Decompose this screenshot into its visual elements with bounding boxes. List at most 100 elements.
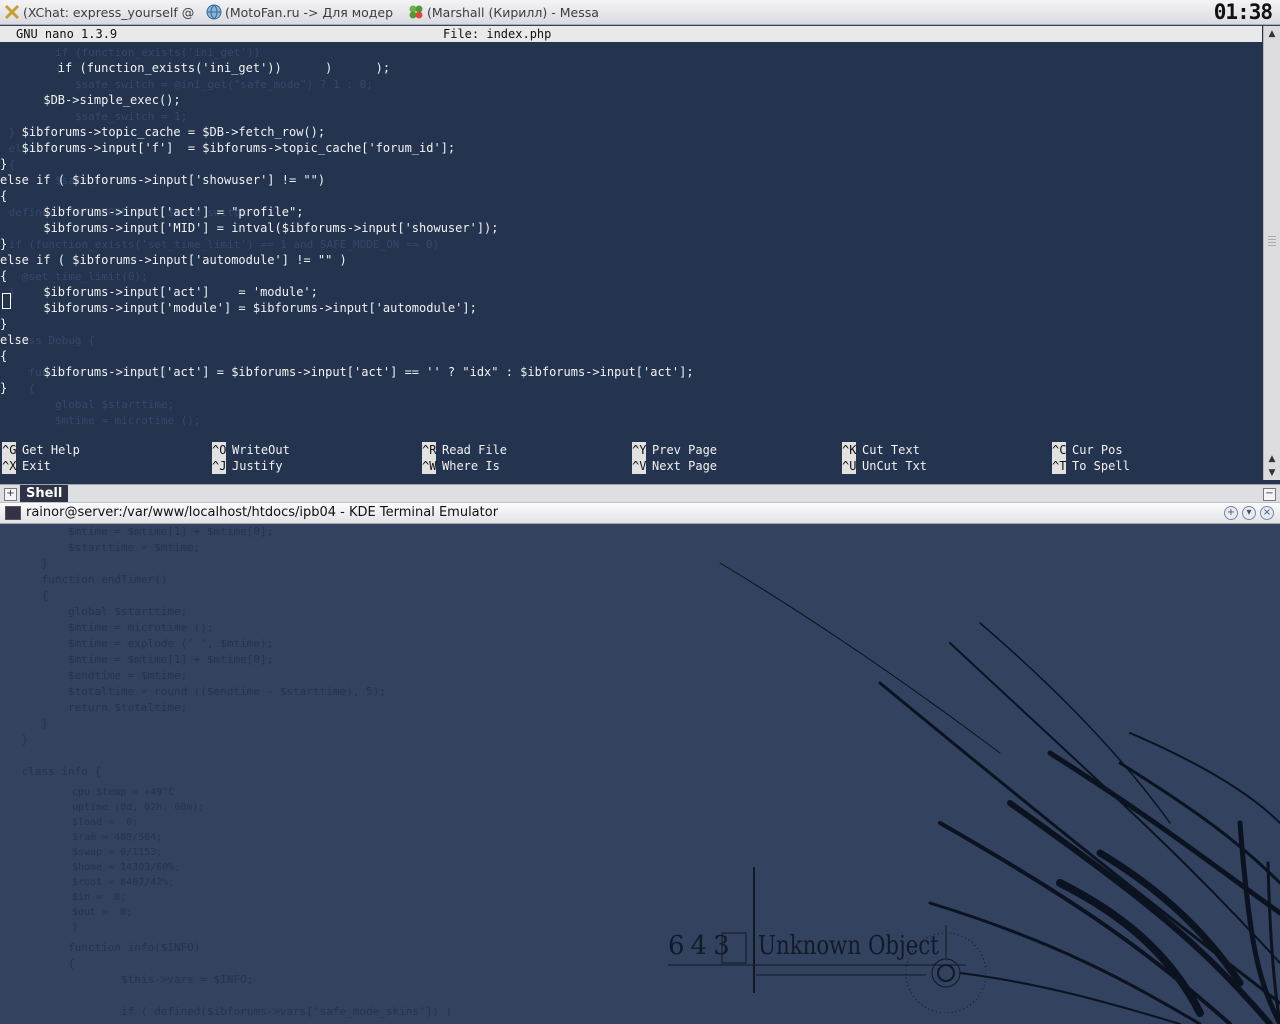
shortcut-label[interactable]: Prev Page — [652, 442, 717, 458]
taskbar: (XChat: express_yourself @ (MotoFan.ru -… — [0, 0, 1280, 25]
shortcut-key: ^C — [1052, 442, 1067, 458]
shortcut-key: ^G — [2, 442, 17, 458]
terminal-area[interactable]: if (function_exists('ini_get')) { $safe_… — [0, 26, 1280, 502]
terminal-icon[interactable] — [5, 506, 21, 520]
scroll-grip-icon[interactable] — [1268, 236, 1276, 248]
shortcut-label[interactable]: Read File — [442, 442, 507, 458]
code-line[interactable]: $ibforums->input['act'] = $ibforums->inp… — [0, 364, 693, 380]
scroll-up-small-icon[interactable]: ▲ — [1265, 452, 1279, 466]
wallpaper-code-line: } — [15, 717, 49, 730]
wallpaper-stat-line: $load = 0; — [72, 817, 139, 828]
wallpaper-stat-line: } — [72, 922, 79, 933]
wallpaper-code-line: } — [15, 733, 29, 746]
browser-icon — [206, 4, 222, 20]
code-line[interactable]: $ibforums->input['act'] = 'module'; — [0, 284, 318, 300]
shortcut-label[interactable]: Exit — [22, 458, 51, 474]
code-line[interactable]: $ibforums->topic_cache = $DB->fetch_row(… — [0, 124, 325, 140]
wallpaper-code-line: $mtime = microtime (); — [15, 621, 214, 634]
code-line[interactable]: $ibforums->input['act'] = "profile"; — [0, 204, 303, 220]
clock[interactable]: 01:38 — [1214, 1, 1273, 23]
scrollbar[interactable]: ▲ ▲ ▼ — [1263, 26, 1280, 480]
shortcut-label[interactable]: Justify — [232, 458, 283, 474]
wallpaper-stat-line: cpu $temp = +49°C — [72, 787, 175, 798]
logo-number: 643 — [668, 931, 736, 961]
wallpaper-code-line: return $totaltime; — [15, 701, 188, 714]
wallpaper-code-line: $this->vars = $INFO; — [15, 973, 254, 986]
wallpaper-stat-line: $root = 8407/42%; — [72, 877, 175, 888]
shortcut-label[interactable]: Cur Pos — [1072, 442, 1123, 458]
shortcut-label[interactable]: Next Page — [652, 458, 717, 474]
code-line[interactable]: $ibforums->input['module'] = $ibforums->… — [0, 300, 476, 316]
wallpaper-code-line: { — [15, 589, 49, 602]
code-line[interactable]: } — [0, 380, 7, 396]
tab-shell[interactable]: Shell — [20, 485, 69, 503]
close-tab-icon[interactable]: − — [1263, 488, 1276, 501]
nano-filename: File: index.php — [443, 27, 552, 41]
wallpaper-code-line: function endTimer() — [15, 573, 168, 586]
shortcut-label[interactable]: Get Help — [22, 442, 80, 458]
task-label: (MotoFan.ru -> Для модер — [225, 4, 394, 20]
wallpaper-code-line: } — [15, 557, 49, 570]
task-messenger[interactable]: (Marshall (Кирилл) - Messa — [404, 0, 600, 24]
messenger-icon — [409, 5, 423, 19]
wallpaper-stat-line: $ram = 488/504; — [72, 832, 163, 843]
ghost-code-line: global $starttime; — [2, 398, 175, 411]
wallpaper-code-line: $endtime = $mtime; — [15, 669, 188, 682]
window-titlebar[interactable]: rainor@server:/var/www/localhost/htdocs/… — [0, 502, 1280, 524]
code-line[interactable]: } — [0, 316, 7, 332]
desktop[interactable]: $mtime = $mtime[1] + $mtime[0]; $startti… — [0, 523, 1280, 1024]
wallpaper-code-line: class info { — [15, 765, 102, 778]
shortcut-key: ^Y — [632, 442, 647, 458]
code-line[interactable]: $ibforums->input['MID'] = intval($ibforu… — [0, 220, 498, 236]
task-label: (Marshall (Кирилл) - Messa — [427, 4, 599, 20]
shortcut-label[interactable]: WriteOut — [232, 442, 290, 458]
task-xchat[interactable]: (XChat: express_yourself @ — [0, 0, 200, 24]
wallpaper-code-line: global $starttime; — [15, 605, 188, 618]
konsole-tabbar: + Shell − — [0, 484, 1280, 503]
shortcut-key: ^R — [422, 442, 437, 458]
shortcut-label[interactable]: Cut Text — [862, 442, 920, 458]
shortcut-key: ^J — [212, 458, 227, 474]
ghost-code-line: $safe_switch = @ini_get("safe_mode") ? 1… — [2, 78, 373, 91]
wallpaper-code-line: $mtime = $mtime[1] + $mtime[0]; — [15, 525, 274, 538]
code-line[interactable]: } — [0, 236, 7, 252]
code-line[interactable]: else if ( $ibforums->input['automodule']… — [0, 252, 347, 268]
wallpaper-stat-line: $in = 0; — [72, 892, 127, 903]
wallpaper-stat-line: $swap = 0/1153; — [72, 847, 163, 858]
ghost-code-line: if (function_exists('set_time_limit') ==… — [2, 238, 440, 251]
shortcut-label[interactable]: Where Is — [442, 458, 500, 474]
shortcut-label[interactable]: To Spell — [1072, 458, 1130, 474]
code-line[interactable]: else — [0, 332, 29, 348]
minimize-icon[interactable]: ▾ — [1242, 506, 1256, 520]
shortcut-key: ^O — [212, 442, 227, 458]
code-line[interactable]: { — [0, 268, 7, 284]
wallpaper-stat-line: $out = 0; — [72, 907, 133, 918]
ghost-code-line: @set_time_limit(0); — [2, 270, 148, 283]
shortcut-key: ^V — [632, 458, 647, 474]
window-title: rainor@server:/var/www/localhost/htdocs/… — [26, 505, 499, 520]
text-cursor — [2, 293, 11, 309]
ghost-code-line: $mtime = microtime (); — [2, 414, 201, 427]
scroll-down-icon[interactable]: ▼ — [1265, 466, 1279, 480]
code-line[interactable]: } — [0, 156, 7, 172]
task-label: (XChat: express_yourself @ — [23, 4, 195, 20]
code-line[interactable]: { — [0, 188, 7, 204]
code-line[interactable]: if (function_exists('ini_get')) ) ); — [0, 60, 390, 76]
scroll-up-icon[interactable]: ▲ — [1265, 27, 1279, 41]
wallpaper-stat-line: $home = 14303/60%; — [72, 862, 181, 873]
xchat-icon — [4, 4, 20, 20]
close-icon[interactable]: × — [1260, 506, 1274, 520]
sticky-icon[interactable]: + — [1224, 506, 1238, 520]
code-line[interactable]: else if ( $ibforums->input['showuser'] !… — [0, 172, 325, 188]
shortcut-label[interactable]: UnCut Txt — [862, 458, 927, 474]
wallpaper-code-line: function info($INFO) — [15, 941, 201, 954]
code-line[interactable]: $DB->simple_exec(); — [0, 92, 180, 108]
code-line[interactable]: { — [0, 348, 7, 364]
logo: 643 Unknown Object — [666, 863, 986, 1013]
task-motofan[interactable]: (MotoFan.ru -> Для модер — [202, 0, 402, 24]
code-line[interactable]: $ibforums->input['f'] = $ibforums->topic… — [0, 140, 455, 156]
ghost-code-line: $safe_switch = 1; — [2, 110, 188, 123]
ghost-code-line: if (function_exists('ini_get')) — [2, 46, 261, 59]
new-tab-icon[interactable]: + — [4, 488, 17, 501]
wallpaper-code-line: $mtime = explode (' ', $mtime); — [15, 637, 274, 650]
